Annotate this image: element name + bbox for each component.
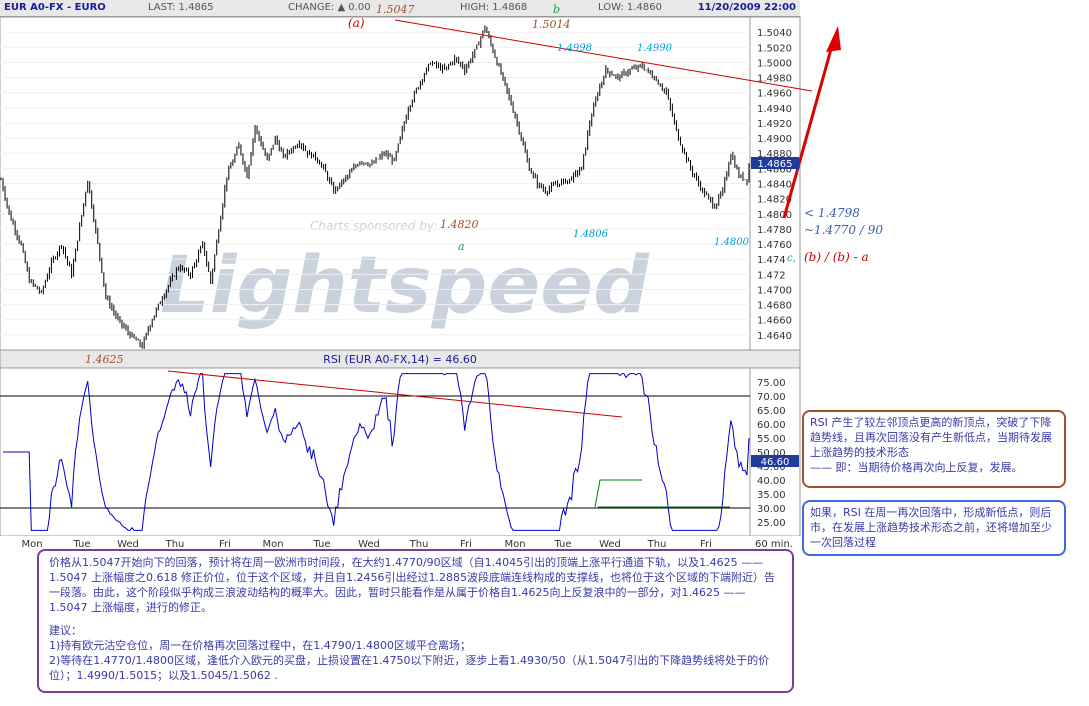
- last-price-tag-label: 1.4865: [758, 159, 793, 170]
- rsi-tick-label: 30.00: [757, 504, 786, 515]
- projection-arrow-head: [826, 26, 841, 52]
- sponsor-text: Charts sponsored by:: [310, 219, 438, 233]
- ann-target-1: < 1.4798: [804, 206, 860, 220]
- rsi-comment-text: RSI 产生了较左邻顶点更高的新顶点，突破了下降趋势线，且再次回落没有产生新低点…: [810, 416, 1052, 474]
- price-tick-label: 1.5000: [757, 58, 792, 69]
- chart-stage: EUR A0-FX - EURO LAST: 1.4865 CHANGE: ▲ …: [0, 0, 1089, 706]
- price-tick-label: 1.5020: [757, 43, 792, 54]
- price-tick-label: 1.474: [757, 255, 786, 266]
- rsi-tick-label: 75.00: [757, 378, 786, 389]
- rsi-panel: [0, 367, 751, 537]
- ann-target-2: ~1.4770 / 90: [804, 223, 883, 237]
- rsi-tick-label: 40.00: [757, 476, 786, 487]
- price-tick-label: 1.4780: [757, 225, 792, 236]
- rsi-comment-text-2: 如果，RSI 在周一再次回落中，形成新低点，则后市，在发展上涨趋势技术形态之前，…: [810, 506, 1052, 549]
- ann-1480a: 1.4806: [573, 229, 609, 240]
- price-tick-label: 1.4940: [757, 104, 792, 115]
- price-tick-label: 1.4660: [757, 316, 792, 327]
- ann-c: c,: [787, 253, 796, 264]
- price-tick-label: 1.4680: [757, 301, 792, 312]
- price-tick-label: 1.4640: [757, 331, 792, 342]
- ann-1490: 1.4990: [637, 43, 673, 54]
- price-tick-label: 1.4700: [757, 285, 792, 296]
- ann-1482: 1.4820: [440, 218, 479, 231]
- price-tick-label: 1.4900: [757, 134, 792, 145]
- ann-top-price: 1.5047: [376, 3, 415, 16]
- main-analysis-p2: 建议：: [49, 624, 82, 637]
- ann-b-price: 1.5014: [532, 18, 571, 31]
- main-analysis-p3: 1)持有欧元沽空仓位，周一在价格再次回落过程中，在1.4790/1.4800区域…: [49, 639, 471, 652]
- ann-1498: 1.4998: [557, 43, 592, 54]
- ann-a-small: a: [458, 240, 465, 253]
- main-analysis-box: 价格从1.5047开始向下的回落，预计将在周一欧洲市时间段，在大约1.4770/…: [37, 549, 794, 693]
- rsi-tick-label: 70.00: [757, 392, 786, 403]
- price-tick-label: 1.472: [757, 270, 786, 281]
- lightspeed-logo: Lightspeed: [160, 241, 650, 331]
- rsi-tick-label: 60.00: [757, 420, 786, 431]
- rsi-comment-box: RSI 产生了较左邻顶点更高的新顶点，突破了下降趋势线，且再次回落没有产生新低点…: [802, 410, 1066, 488]
- rsi-comment-box-2: 如果，RSI 在周一再次回落中，形成新低点，则后市，在发展上涨趋势技术形态之前，…: [802, 500, 1066, 556]
- price-tick-label: 1.4840: [757, 180, 792, 191]
- x-axis-label: Mon: [21, 539, 42, 550]
- rsi-tick-labels: 75.0070.0065.0060.0055.0050.0045.0040.00…: [757, 378, 786, 529]
- rsi-tick-label: 35.00: [757, 490, 786, 501]
- rsi-tick-label: 65.00: [757, 406, 786, 417]
- ann-a-top: (a): [348, 16, 365, 30]
- rsi-tick-label: 55.00: [757, 434, 786, 445]
- ann-b: b: [553, 3, 560, 16]
- price-tick-label: 1.5040: [757, 28, 792, 39]
- price-tick-label: 1.4920: [757, 119, 792, 130]
- price-gridlines: [0, 31, 750, 336]
- main-analysis-p4: 2)等待在1.4770/1.4800区域，逢低介入欧元的买盘，止损设置在1.47…: [49, 654, 770, 682]
- price-tick-label: 1.4760: [757, 240, 792, 251]
- price-tick-label: 1.4960: [757, 89, 792, 100]
- rsi-title: RSI (EUR A0-FX,14) = 46.60: [323, 353, 477, 366]
- main-analysis-p1: 价格从1.5047开始向下的回落，预计将在周一欧洲市时间段，在大约1.4770/…: [49, 556, 775, 614]
- last-rsi-tag-label: 46.60: [761, 457, 790, 468]
- ann-1480b: 1.4800: [714, 237, 750, 248]
- price-tick-labels: 1.50401.50201.50001.49801.49601.49401.49…: [757, 28, 792, 342]
- ann-low-price: 1.4625: [85, 353, 124, 366]
- ann-wave: (b) / (b) - a: [804, 250, 869, 264]
- rsi-tick-label: 25.00: [757, 518, 786, 529]
